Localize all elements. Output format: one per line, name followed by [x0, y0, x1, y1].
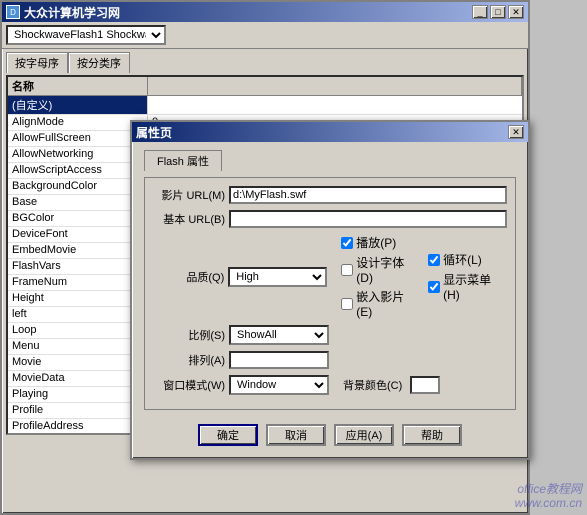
dialog-content: 影片 URL(M) 基本 URL(B) 品质(Q) High Medium Lo… — [144, 177, 516, 410]
quality-label: 品质(Q) — [153, 269, 224, 285]
design-font-checkbox[interactable] — [341, 264, 353, 276]
prop-name-cell: Playing — [8, 387, 148, 402]
dialog-buttons: 确定 取消 应用(A) 帮助 — [144, 420, 516, 450]
prop-name-cell: DeviceFont — [8, 227, 148, 242]
align-label: 排列(A) — [153, 352, 225, 368]
scale-row: 比例(S) ShowAll NoBorder ExactFit — [153, 325, 507, 345]
prop-name-cell: EmbedMovie — [8, 243, 148, 258]
scale-select[interactable]: ShowAll NoBorder ExactFit — [229, 325, 329, 345]
prop-name-cell: FlashVars — [8, 259, 148, 274]
prop-name-cell: MovieData — [8, 371, 148, 386]
ok-button[interactable]: 确定 — [198, 424, 258, 446]
quality-select[interactable]: High Medium Low AutoHigh AutoLow — [228, 267, 327, 287]
col-name-header: 名称 — [8, 77, 148, 95]
app-icon: D — [6, 5, 20, 19]
dialog-tab-row: Flash 属性 — [144, 150, 516, 171]
col-value-header — [148, 77, 522, 95]
dialog-title-bar: 属性页 ✕ — [132, 122, 528, 142]
tab-alphabetical[interactable]: 按字母序 — [6, 52, 68, 73]
loop-checkbox-row: 循环(L) — [428, 251, 507, 268]
scale-label: 比例(S) — [153, 327, 225, 343]
minimize-button[interactable]: _ — [472, 5, 488, 19]
watermark: office教程网 www.com.cn — [515, 482, 582, 510]
title-bar: D 大众计算机学习网 _ □ ✕ — [2, 2, 528, 22]
prop-name-cell: AllowNetworking — [8, 147, 148, 162]
window-mode-label: 窗口模式(W) — [153, 377, 225, 393]
maximize-button[interactable]: □ — [490, 5, 506, 19]
play-checkbox-row: 播放(P) — [341, 234, 420, 251]
prop-name-cell: (自定义) — [8, 96, 148, 114]
prop-name-cell: AllowFullScreen — [8, 131, 148, 146]
bg-color-picker[interactable] — [410, 376, 440, 394]
prop-value-cell — [148, 96, 522, 114]
dialog-title-text: 属性页 — [136, 124, 172, 141]
dialog-body: Flash 属性 影片 URL(M) 基本 URL(B) 品质(Q) High … — [132, 142, 528, 458]
prop-name-cell: Movie — [8, 355, 148, 370]
show-menu-label: 显示菜单(H) — [443, 271, 507, 302]
window-title: 大众计算机学习网 — [24, 4, 120, 21]
prop-name-cell: FrameNum — [8, 275, 148, 290]
prop-name-cell: Profile — [8, 403, 148, 418]
prop-name-cell: BGColor — [8, 211, 148, 226]
window-mode-row: 窗口模式(W) Window Opaque Transparent 背景颜色(C… — [153, 375, 507, 395]
play-checkbox[interactable] — [341, 237, 353, 249]
design-font-label: 设计字体(D) — [356, 254, 420, 285]
tab-row: 按字母序 按分类序 — [2, 49, 528, 73]
bg-color-label: 背景颜色(C) — [343, 377, 402, 393]
prop-name-cell: Base — [8, 195, 148, 210]
show-menu-checkbox[interactable] — [428, 281, 440, 293]
prop-name-cell: BackgroundColor — [8, 179, 148, 194]
movie-url-input[interactable] — [229, 186, 507, 204]
window-controls: _ □ ✕ — [472, 5, 524, 19]
prop-name-cell: ProfileAddress — [8, 419, 148, 434]
base-url-label: 基本 URL(B) — [153, 211, 225, 227]
close-button[interactable]: ✕ — [508, 5, 524, 19]
movie-url-label: 影片 URL(M) — [153, 187, 225, 203]
base-url-input[interactable] — [229, 210, 507, 228]
help-button[interactable]: 帮助 — [402, 424, 462, 446]
play-label: 播放(P) — [356, 234, 396, 251]
apply-button[interactable]: 应用(A) — [334, 424, 394, 446]
design-font-checkbox-row: 设计字体(D) — [341, 254, 420, 285]
props-header: 名称 — [8, 77, 522, 96]
loop-checkbox[interactable] — [428, 254, 440, 266]
prop-name-cell: Height — [8, 291, 148, 306]
show-menu-checkbox-row: 显示菜单(H) — [428, 271, 507, 302]
embed-movie-label: 嵌入影片(E) — [356, 288, 420, 319]
dialog-close-button[interactable]: ✕ — [508, 125, 524, 139]
flash-instance-select[interactable]: ShockwaveFlash1 ShockwaveFlash — [6, 25, 166, 45]
base-url-row: 基本 URL(B) — [153, 210, 507, 228]
toolbar: ShockwaveFlash1 ShockwaveFlash — [2, 22, 528, 49]
prop-name-cell: AlignMode — [8, 115, 148, 130]
movie-url-row: 影片 URL(M) — [153, 186, 507, 204]
embed-movie-checkbox-row: 嵌入影片(E) — [341, 288, 420, 319]
align-row: 排列(A) — [153, 351, 507, 369]
tab-category[interactable]: 按分类序 — [68, 52, 130, 73]
properties-dialog: 属性页 ✕ Flash 属性 影片 URL(M) 基本 URL(B) 品质(Q) — [130, 120, 530, 460]
quality-row: 品质(Q) High Medium Low AutoHigh AutoLow 播… — [153, 234, 507, 319]
dialog-controls: ✕ — [508, 125, 524, 139]
dialog-tab-flash[interactable]: Flash 属性 — [144, 150, 222, 171]
prop-name-cell: AllowScriptAccess — [8, 163, 148, 178]
prop-name-cell: left — [8, 307, 148, 322]
align-input[interactable] — [229, 351, 329, 369]
prop-name-cell: Loop — [8, 323, 148, 338]
loop-label: 循环(L) — [443, 251, 482, 268]
cancel-button[interactable]: 取消 — [266, 424, 326, 446]
table-row[interactable]: (自定义) — [8, 96, 522, 115]
window-mode-select[interactable]: Window Opaque Transparent — [229, 375, 329, 395]
embed-movie-checkbox[interactable] — [341, 298, 353, 310]
prop-name-cell: Menu — [8, 339, 148, 354]
